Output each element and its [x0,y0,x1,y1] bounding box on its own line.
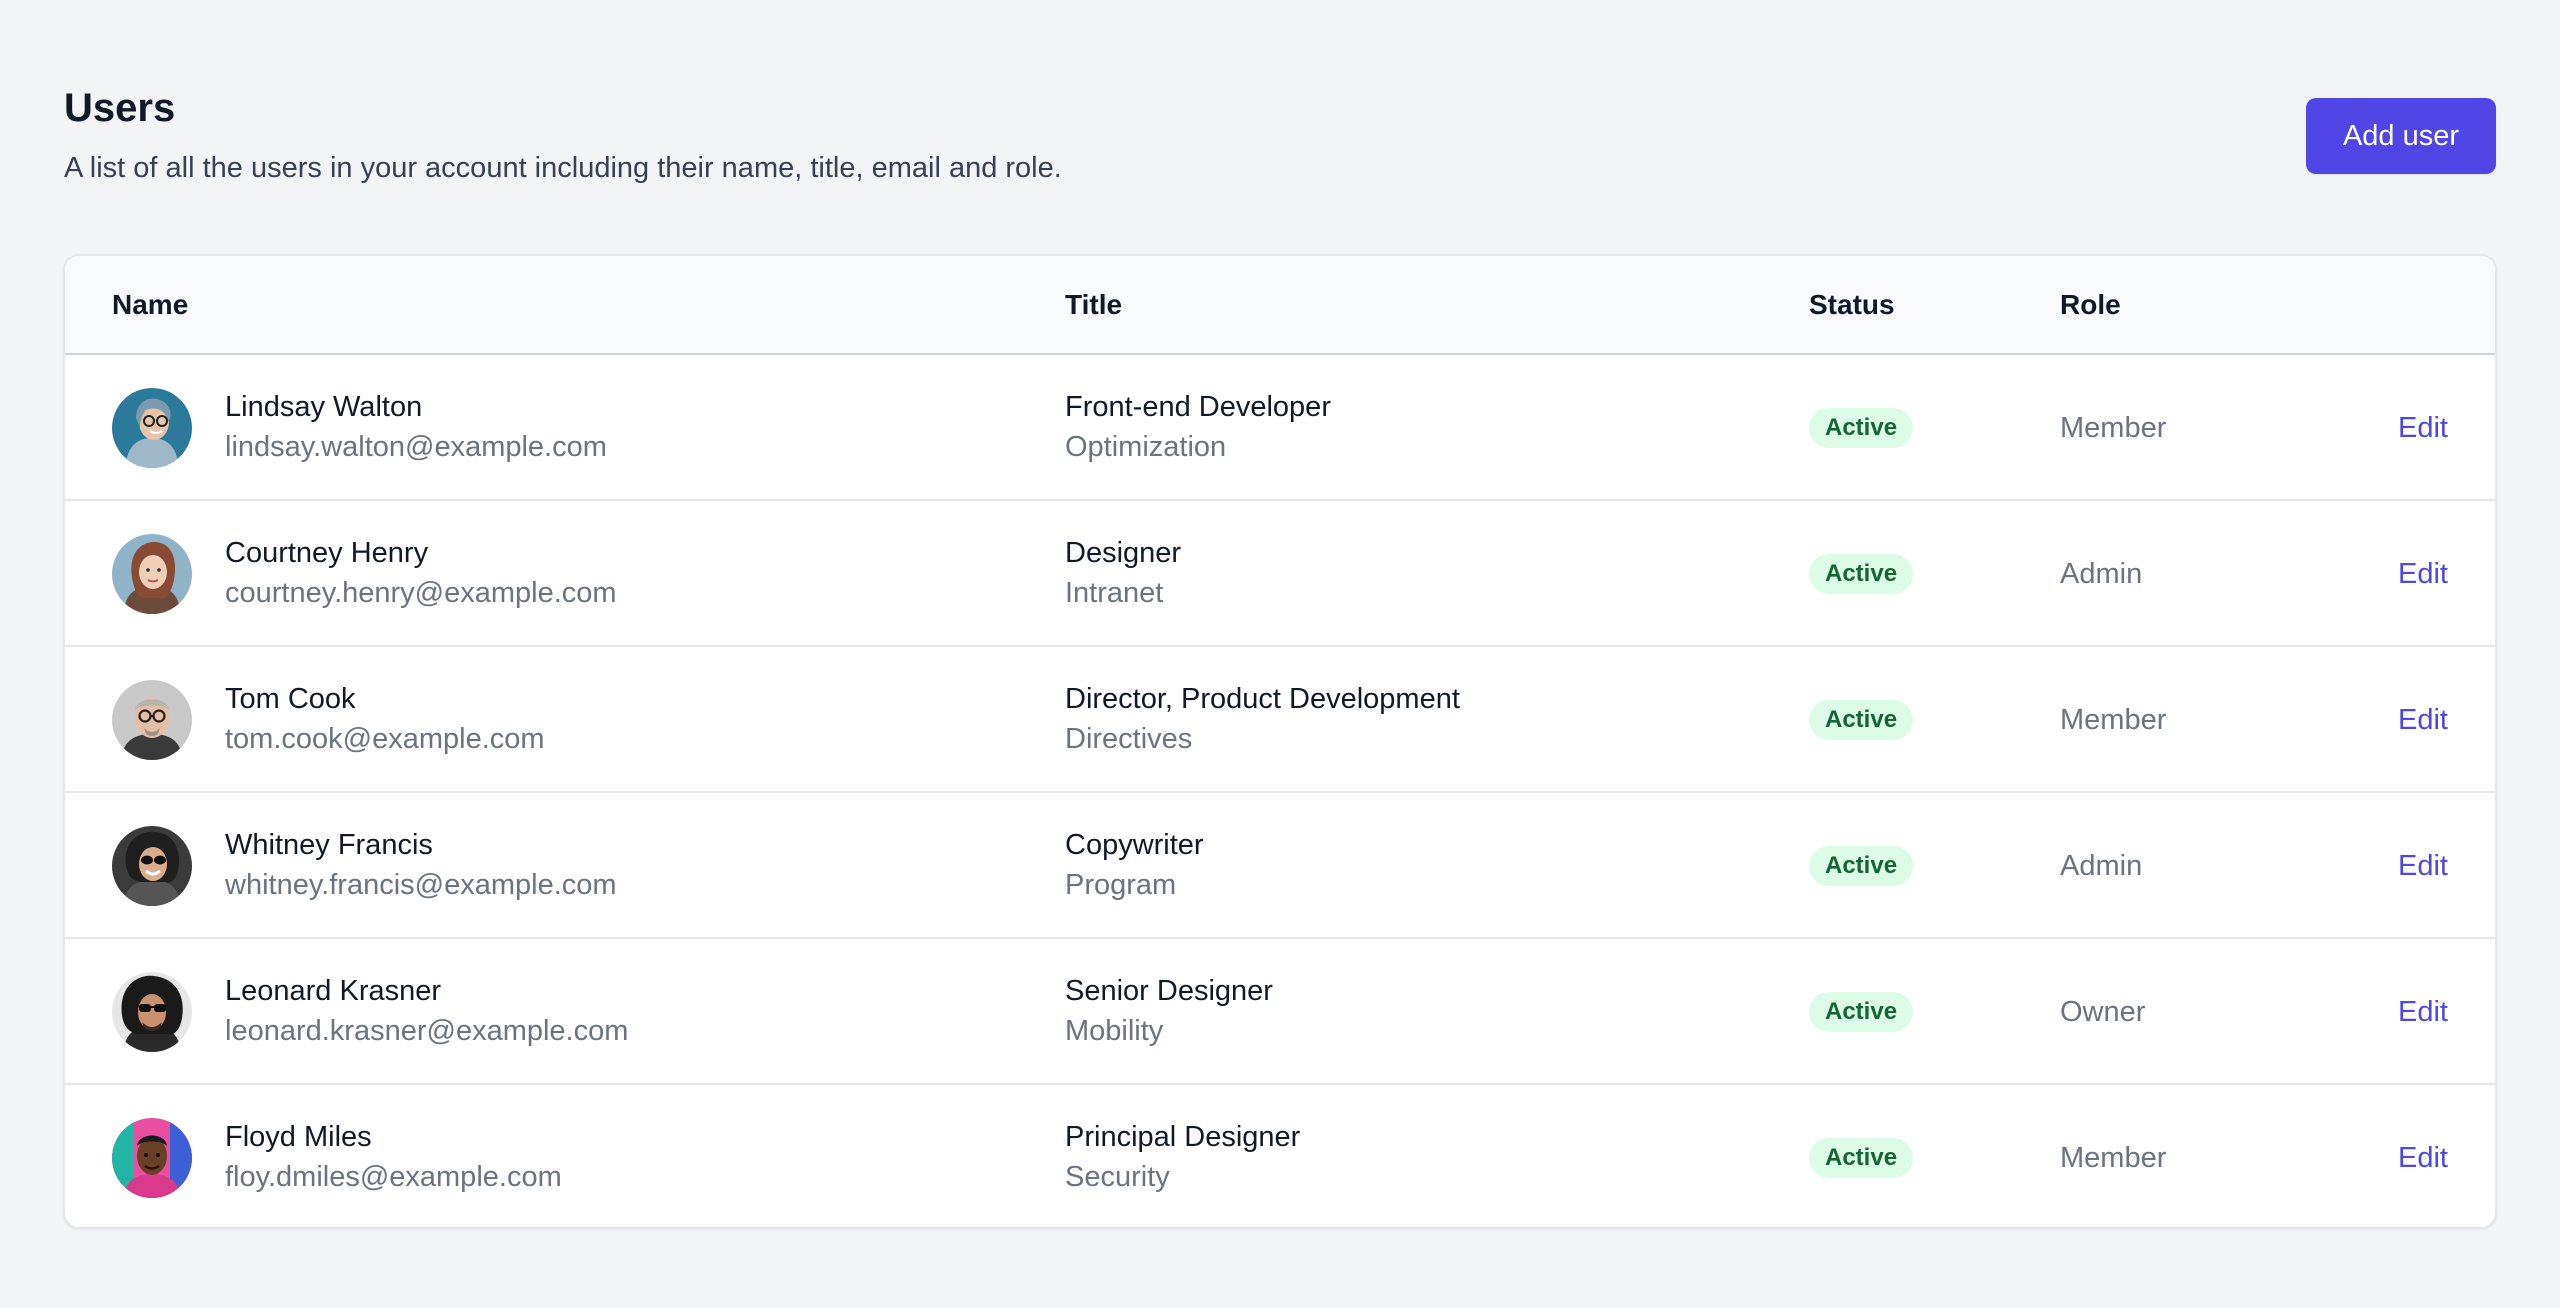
user-photo-icon [112,534,192,614]
user-email: floy.dmiles@example.com [225,1161,562,1193]
user-name-cell: Leonard Krasner leonard.krasner@example.… [225,971,628,1051]
page-header: Users A list of all the users in your ac… [64,84,2496,194]
user-name: Lindsay Walton [225,391,423,423]
user-photo-icon [112,680,192,760]
user-department: Security [1065,1161,1170,1193]
user-role: Member [2060,1142,2167,1174]
user-email: courtney.henry@example.com [225,577,617,609]
users-page: Users A list of all the users in your ac… [0,0,2560,1308]
user-photo-icon [112,388,192,468]
page-subtitle: A list of all the users in your account … [64,152,1062,184]
avatar [112,680,192,760]
avatar [112,826,192,906]
edit-link[interactable]: Edit [2398,408,2448,448]
user-title-cell: Front-end Developer Optimization [1065,387,1331,467]
user-name: Courtney Henry [225,537,429,569]
user-email: tom.cook@example.com [225,723,545,755]
user-name-cell: Lindsay Walton lindsay.walton@example.co… [225,387,607,467]
user-email: lindsay.walton@example.com [225,431,607,463]
table-header: Name Title Status Role [65,256,2495,355]
user-title: Director, Product Development [1065,683,1460,715]
avatar [112,1118,192,1198]
user-department: Intranet [1065,577,1164,609]
user-title-cell: Director, Product Development Directives [1065,679,1460,759]
table-row: Whitney Francis whitney.francis@example.… [65,793,2495,939]
user-email: leonard.krasner@example.com [225,1015,629,1047]
user-title: Copywriter [1065,829,1204,861]
user-name: Tom Cook [225,683,356,715]
edit-link[interactable]: Edit [2398,554,2448,594]
user-title: Senior Designer [1065,975,1273,1007]
user-role: Owner [2060,996,2146,1028]
edit-link[interactable]: Edit [2398,1138,2448,1178]
edit-link[interactable]: Edit [2398,992,2448,1032]
edit-link[interactable]: Edit [2398,846,2448,886]
user-photo-icon [112,826,192,906]
column-header-name: Name [112,289,189,320]
user-title-cell: Senior Designer Mobility [1065,971,1273,1051]
table-row: Lindsay Walton lindsay.walton@example.co… [65,355,2495,501]
user-title: Designer [1065,537,1182,569]
user-title-cell: Principal Designer Security [1065,1117,1300,1197]
user-department: Program [1065,869,1177,901]
column-header-status: Status [1809,289,1895,320]
user-role: Member [2060,412,2167,444]
users-table: Name Title Status Role Lindsay Walton li… [63,254,2497,1229]
user-email: whitney.francis@example.com [225,869,617,901]
avatar [112,972,192,1052]
status-badge: Active [1809,700,1914,740]
user-name-cell: Courtney Henry courtney.henry@example.co… [225,533,617,613]
user-title-cell: Copywriter Program [1065,825,1204,905]
add-user-button[interactable]: Add user [2306,98,2496,174]
user-name: Leonard Krasner [225,975,442,1007]
user-department: Optimization [1065,431,1227,463]
table-row: Floyd Miles floy.dmiles@example.com Prin… [65,1085,2495,1227]
user-role: Admin [2060,558,2143,590]
user-title: Front-end Developer [1065,391,1331,423]
status-badge: Active [1809,992,1914,1032]
user-role: Member [2060,704,2167,736]
status-badge: Active [1809,1138,1914,1178]
user-name-cell: Tom Cook tom.cook@example.com [225,679,545,759]
status-badge: Active [1809,408,1914,448]
edit-link[interactable]: Edit [2398,700,2448,740]
status-badge: Active [1809,846,1914,886]
table-row: Leonard Krasner leonard.krasner@example.… [65,939,2495,1085]
user-photo-icon [112,972,192,1052]
user-role: Admin [2060,850,2143,882]
column-header-title: Title [1065,289,1123,320]
status-badge: Active [1809,554,1914,594]
table-row: Tom Cook tom.cook@example.com Director, … [65,647,2495,793]
user-department: Directives [1065,723,1193,755]
user-photo-icon [112,1118,192,1198]
user-name: Whitney Francis [225,829,433,861]
user-name-cell: Whitney Francis whitney.francis@example.… [225,825,617,905]
user-name: Floyd Miles [225,1121,372,1153]
avatar [112,388,192,468]
table-row: Courtney Henry courtney.henry@example.co… [65,501,2495,647]
avatar [112,534,192,614]
user-title: Principal Designer [1065,1121,1301,1153]
user-department: Mobility [1065,1015,1164,1047]
column-header-role: Role [2060,289,2121,320]
user-name-cell: Floyd Miles floy.dmiles@example.com [225,1117,562,1197]
user-title-cell: Designer Intranet [1065,533,1181,613]
page-title: Users [64,86,176,130]
